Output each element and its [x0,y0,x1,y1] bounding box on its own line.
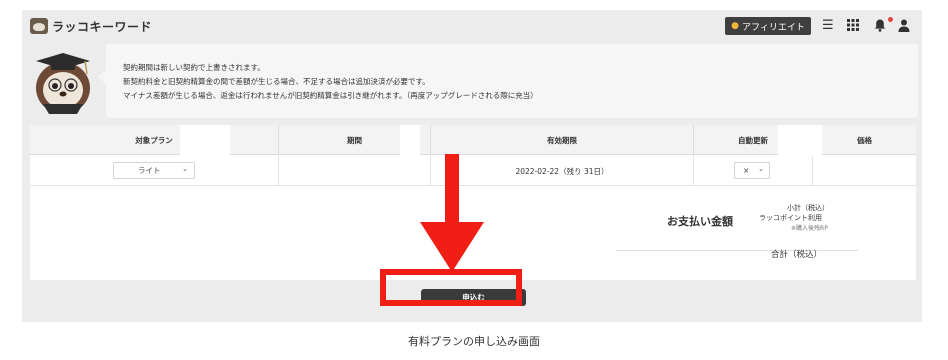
affiliate-button[interactable]: ● アフィリエイト [725,17,811,35]
notification-dot [888,17,893,22]
grid-icon[interactable] [847,19,859,35]
figure-caption: 有料プランの申し込み画面 [408,335,540,348]
otter-mascot-icon [29,44,97,116]
points-note: ※購入後残RP [791,225,828,232]
affiliate-label: アフィリエイト [742,22,805,33]
bell-icon[interactable] [874,19,886,36]
period-cell [279,156,431,186]
down-arrow-annotation [420,154,484,272]
top-header: ラッコキーワード ● アフィリエイト ☰ [22,10,922,42]
expiry-value: 2022-02-22（残り 31日） [515,166,609,176]
redaction-block [180,125,230,155]
user-icon[interactable] [898,19,910,36]
redaction-block [400,125,420,155]
chevron-down-icon: ⌄ [758,165,764,173]
app-name[interactable]: ラッコキーワード [52,18,152,35]
header-target-plan: 対象プラン [30,125,279,155]
auto-renew-value: × [743,166,750,175]
notice-line-1: 契約期間は新しい契約で上書きされます。 [123,63,265,72]
auto-renew-select[interactable]: × ⌄ [734,162,770,179]
plan-select[interactable]: ライト ⌄ [113,162,195,179]
header-expiry: 有効期限 [431,125,694,155]
notice-line-3: マイナス差額が生じる場合、返金は行われませんが旧契約精算金は引き継がれます。（再… [123,91,538,100]
redaction-block [778,125,822,155]
coin-icon: ● [731,21,740,31]
price-cell [813,156,916,186]
total-label: 合計（税込） [771,250,823,260]
chevron-down-icon: ⌄ [182,165,188,173]
highlight-box [380,269,522,306]
plan-select-value: ライト [138,166,161,175]
points-label: ラッコポイント利用 [759,214,822,222]
contract-notice: 契約期間は新しい契約で上書きされます。 新契約料金と旧契約精算金の間で差額が生じ… [98,44,918,118]
payment-title: お支払い金額 [667,215,733,228]
header-price: 価格 [857,135,872,145]
subtotal-label: 小計（税込） [787,204,829,212]
menu-icon[interactable]: ☰ [822,19,834,33]
otter-logo-icon [30,18,48,34]
notice-line-2: 新契約料金と旧契約精算金の間で差額が生じる場合、不足する場合は追加決済が必要です… [123,77,430,86]
